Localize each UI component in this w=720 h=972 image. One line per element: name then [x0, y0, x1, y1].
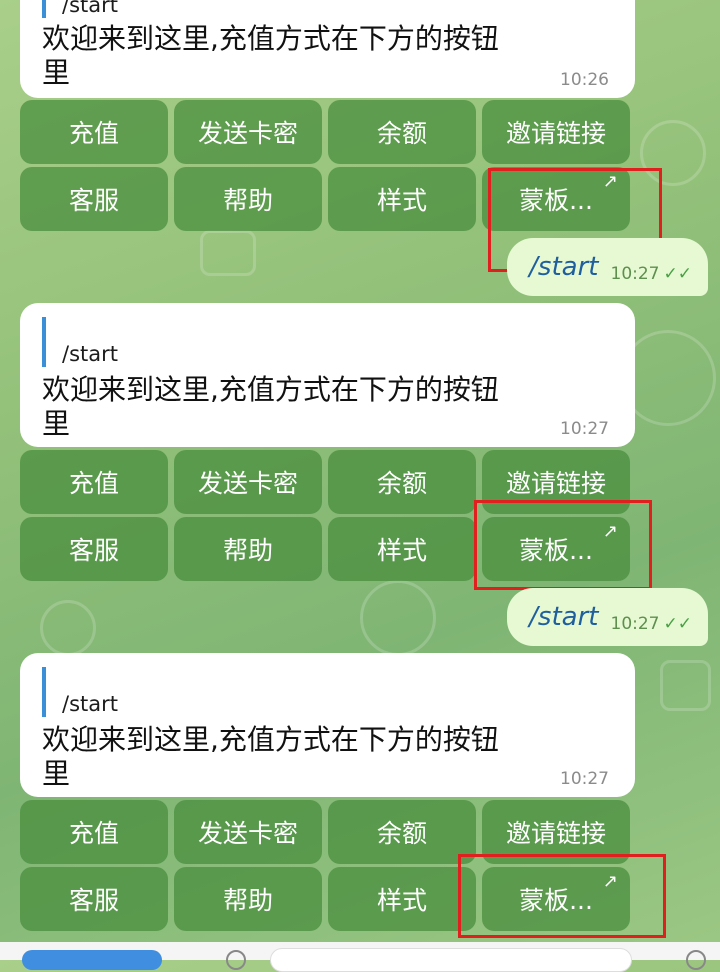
inline-keyboard-row: 充值 发送卡密 余额 邀请链接 — [20, 100, 630, 164]
message-text-line: 欢迎来到这里,充值方式在下方的按钮 — [42, 723, 499, 756]
keyboard-button-style[interactable]: 样式 — [328, 867, 476, 931]
keyboard-button-help[interactable]: 帮助 — [174, 167, 322, 231]
reply-quote[interactable]: /start — [42, 0, 118, 18]
button-label: 帮助 — [222, 536, 273, 565]
outgoing-message: /start 10:27 ✓✓ — [507, 238, 708, 296]
reply-quote-text: /start — [62, 692, 118, 716]
reply-quote[interactable]: /start — [42, 667, 118, 717]
keyboard-button-balance[interactable]: 余额 — [328, 800, 476, 864]
reply-quote-text: /start — [62, 342, 118, 366]
button-label: 客服 — [68, 536, 119, 565]
background-doodle — [360, 580, 436, 656]
keyboard-button-style[interactable]: 样式 — [328, 167, 476, 231]
keyboard-button-help[interactable]: 帮助 — [174, 517, 322, 581]
message-time: 10:27 — [560, 769, 609, 789]
button-label: 充值 — [68, 119, 119, 148]
message-text-line: 欢迎来到这里,充值方式在下方的按钮 — [42, 373, 499, 406]
message-text: 欢迎来到这里,充值方式在下方的按钮 里 — [42, 723, 617, 791]
keyboard-button-support[interactable]: 客服 — [20, 517, 168, 581]
command-link[interactable]: /start — [529, 602, 598, 632]
button-label: 样式 — [376, 536, 427, 565]
reply-quote-text: /start — [62, 0, 118, 17]
message-text-line: 里 — [42, 56, 71, 89]
background-doodle — [660, 660, 711, 711]
button-label: 样式 — [376, 886, 427, 915]
outgoing-message: /start 10:27 ✓✓ — [507, 588, 708, 646]
emoji-icon[interactable] — [226, 950, 246, 970]
keyboard-button-recharge[interactable]: 充值 — [20, 100, 168, 164]
message-text: 欢迎来到这里,充值方式在下方的按钮 里 — [42, 373, 617, 441]
message-time: 10:27 — [610, 614, 660, 634]
reply-quote[interactable]: /start — [42, 317, 118, 367]
keyboard-button-recharge[interactable]: 充值 — [20, 450, 168, 514]
message-text-line: 里 — [42, 757, 71, 790]
button-label: 邀请链接 — [505, 819, 606, 848]
button-label: 样式 — [376, 186, 427, 215]
command-link[interactable]: /start — [529, 252, 598, 282]
keyboard-button-recharge[interactable]: 充值 — [20, 800, 168, 864]
button-label: 帮助 — [222, 186, 273, 215]
message-time: 10:27 — [560, 419, 609, 439]
message-text: 欢迎来到这里,充值方式在下方的按钮 里 — [42, 22, 617, 90]
message-text-line: 里 — [42, 407, 71, 440]
button-label: 邀请链接 — [505, 469, 606, 498]
button-label: 充值 — [68, 469, 119, 498]
message-time: 10:26 — [560, 70, 609, 90]
red-highlight-box — [474, 500, 652, 590]
keyboard-button-balance[interactable]: 余额 — [328, 100, 476, 164]
button-label: 客服 — [68, 886, 119, 915]
keyboard-button-support[interactable]: 客服 — [20, 167, 168, 231]
background-doodle — [200, 230, 256, 276]
keyboard-button-help[interactable]: 帮助 — [174, 867, 322, 931]
incoming-message: /start 欢迎来到这里,充值方式在下方的按钮 里 10:27 — [20, 653, 635, 797]
message-input-bar — [0, 942, 720, 972]
button-label: 帮助 — [222, 886, 273, 915]
button-label: 发送卡密 — [197, 469, 298, 498]
button-label: 充值 — [68, 819, 119, 848]
double-check-icon: ✓✓ — [663, 264, 693, 284]
background-doodle — [40, 600, 96, 656]
keyboard-button-send-card[interactable]: 发送卡密 — [174, 100, 322, 164]
keyboard-button-send-card[interactable]: 发送卡密 — [174, 800, 322, 864]
message-time: 10:27 — [610, 264, 660, 284]
keyboard-button-balance[interactable]: 余额 — [328, 450, 476, 514]
double-check-icon: ✓✓ — [663, 614, 693, 634]
button-label: 发送卡密 — [197, 119, 298, 148]
menu-button[interactable] — [22, 950, 162, 970]
button-label: 邀请链接 — [505, 119, 606, 148]
attach-icon[interactable] — [686, 950, 706, 970]
keyboard-button-invite-link[interactable]: 邀请链接 — [482, 100, 630, 164]
keyboard-button-support[interactable]: 客服 — [20, 867, 168, 931]
button-label: 发送卡密 — [197, 819, 298, 848]
message-text-line: 欢迎来到这里,充值方式在下方的按钮 — [42, 22, 499, 55]
red-highlight-box — [458, 854, 666, 938]
button-label: 余额 — [376, 469, 427, 498]
incoming-message: /start 欢迎来到这里,充值方式在下方的按钮 里 10:27 — [20, 303, 635, 447]
incoming-message: /start 欢迎来到这里,充值方式在下方的按钮 里 10:26 — [20, 0, 635, 98]
keyboard-button-style[interactable]: 样式 — [328, 517, 476, 581]
button-label: 余额 — [376, 819, 427, 848]
message-input[interactable] — [270, 948, 632, 972]
button-label: 客服 — [68, 186, 119, 215]
keyboard-button-send-card[interactable]: 发送卡密 — [174, 450, 322, 514]
button-label: 余额 — [376, 119, 427, 148]
